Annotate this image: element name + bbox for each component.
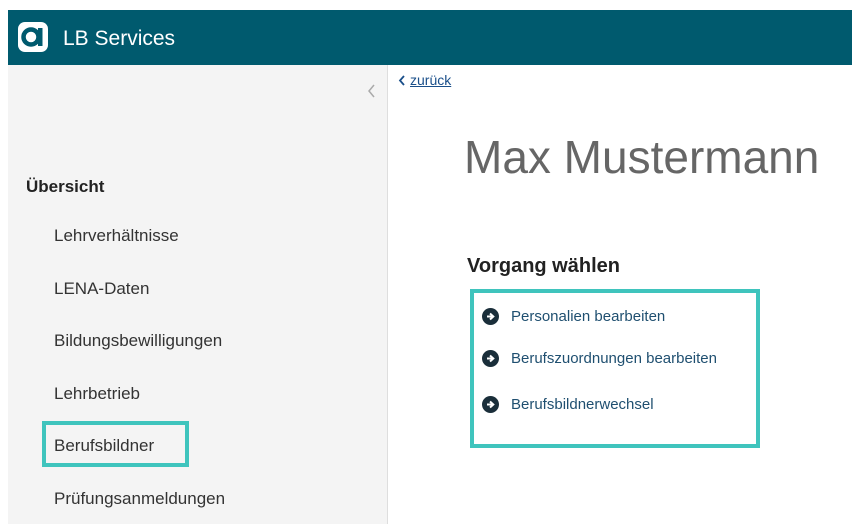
action-berufsbildnerwechsel[interactable]: Berufsbildnerwechsel	[482, 396, 654, 413]
sidebar-item-lena-daten[interactable]: LENA-Daten	[54, 279, 149, 299]
sidebar-item-berufsbildner[interactable]: Berufsbildner	[54, 436, 154, 456]
sidebar-item-bildungsbewilligungen[interactable]: Bildungsbewilligungen	[54, 331, 222, 351]
back-link[interactable]: zurück	[398, 72, 451, 88]
action-personalien-bearbeiten[interactable]: Personalien bearbeiten	[482, 308, 665, 325]
sidebar-overview-heading[interactable]: Übersicht	[26, 177, 104, 197]
arrow-circle-right-icon	[482, 308, 499, 325]
sidebar: Übersicht Lehrverhältnisse LENA-Daten Bi…	[8, 65, 388, 524]
section-title: Vorgang wählen	[467, 255, 620, 277]
action-label: Berufsbildnerwechsel	[511, 396, 654, 413]
app-title: LB Services	[63, 27, 176, 50]
sidebar-item-lehrbetrieb[interactable]: Lehrbetrieb	[54, 384, 140, 404]
sidebar-item-lehrverhaeltnisse[interactable]: Lehrverhältnisse	[54, 226, 179, 246]
action-label: Berufszuordnungen bearbeiten	[511, 350, 717, 367]
chevron-left-icon[interactable]	[365, 82, 379, 100]
arrow-circle-right-icon	[482, 350, 499, 367]
action-label: Personalien bearbeiten	[511, 308, 666, 325]
sidebar-item-pruefungsanmeldungen[interactable]: Prüfungsanmeldungen	[54, 489, 225, 509]
back-link-label: zurück	[410, 72, 452, 88]
chevron-left-icon	[398, 75, 405, 86]
app-header: LB Services	[8, 10, 852, 65]
action-berufszuordnungen-bearbeiten[interactable]: Berufszuordnungen bearbeiten	[482, 350, 717, 367]
arrow-circle-right-icon	[482, 396, 499, 413]
lb-logo-icon	[18, 22, 48, 52]
page-title: Max Mustermann	[464, 131, 820, 183]
